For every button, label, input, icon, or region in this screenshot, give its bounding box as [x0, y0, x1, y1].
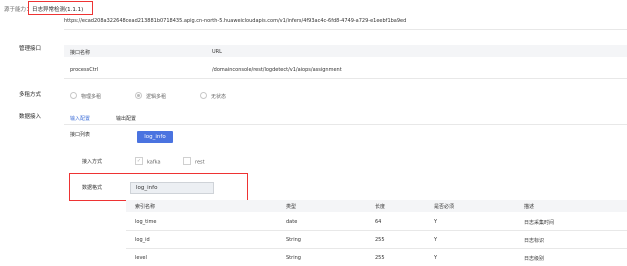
- management-label: 管理接口: [19, 46, 42, 52]
- table-row-1-name: log_id: [135, 237, 150, 243]
- row-divider: [126, 248, 627, 249]
- radio-selected-icon: [135, 92, 142, 99]
- tab-input-config[interactable]: 输入配置: [70, 115, 90, 122]
- management-row-name: processCtrl: [70, 67, 99, 73]
- table-row-2-length: 255: [375, 255, 385, 261]
- management-col-name: 接口名称: [70, 50, 91, 56]
- tab-divider: [64, 124, 627, 125]
- row-divider: [126, 230, 627, 231]
- access-method-rest[interactable]: rest: [183, 157, 205, 166]
- tenancy-label: 多租方式: [19, 92, 42, 98]
- fields-col-desc: 描述: [524, 204, 535, 210]
- endpoint-url[interactable]: https://ecad208a322648cead213881b0718435…: [64, 18, 406, 24]
- tenancy-option-logical[interactable]: 逻辑多租: [135, 92, 166, 100]
- management-table-header: [64, 45, 627, 57]
- table-row-2-type: String: [286, 255, 301, 261]
- management-col-url: URL: [212, 49, 222, 55]
- tenancy-option-stateless[interactable]: 无状态: [200, 92, 226, 100]
- checkbox-checked-icon: ✓: [135, 157, 143, 165]
- table-row-2-name: level: [135, 255, 147, 261]
- access-method-kafka[interactable]: ✓ kafka: [135, 157, 161, 166]
- data-format-label: 数据格式: [82, 185, 103, 191]
- interface-list-label: 接口列表: [70, 132, 91, 138]
- capability-name: 日志异常检测(1.1.1): [32, 7, 84, 13]
- table-row-0-required: Y: [434, 219, 438, 225]
- radio-icon: [200, 92, 207, 99]
- tenancy-option-physical[interactable]: 物理多租: [70, 92, 101, 100]
- table-row-2-desc: 日志级别: [524, 256, 545, 262]
- table-row-1-required: Y: [434, 237, 438, 243]
- management-row-url: /domainconsole/rest/logdetect/v1/aiops/a…: [212, 67, 342, 73]
- table-row-1-desc: 日志标识: [524, 238, 545, 244]
- access-method-label: 接入方式: [82, 159, 103, 165]
- radio-icon: [70, 92, 77, 99]
- fields-col-length: 长度: [375, 204, 386, 210]
- fields-col-required: 是否必须: [434, 204, 455, 210]
- table-row-0-type: date: [286, 219, 298, 225]
- fields-col-name: 索引名称: [135, 204, 156, 210]
- table-row-1-type: String: [286, 237, 301, 243]
- tab-output-config[interactable]: 输出配置: [116, 115, 136, 122]
- table-row-0-length: 64: [375, 219, 382, 225]
- table-row-2-required: Y: [434, 255, 438, 261]
- table-row-0-desc: 日志采集时间: [524, 220, 555, 226]
- divider: [64, 78, 627, 79]
- data-format-input[interactable]: log_info: [130, 182, 214, 194]
- interface-button[interactable]: log_info: [137, 131, 173, 143]
- checkbox-icon: [183, 157, 191, 165]
- fields-col-type: 类型: [286, 204, 297, 210]
- divider: [64, 29, 627, 30]
- data-access-label: 数据接入: [19, 114, 42, 120]
- table-row-0-name: log_time: [135, 219, 157, 225]
- table-row-1-length: 255: [375, 237, 385, 243]
